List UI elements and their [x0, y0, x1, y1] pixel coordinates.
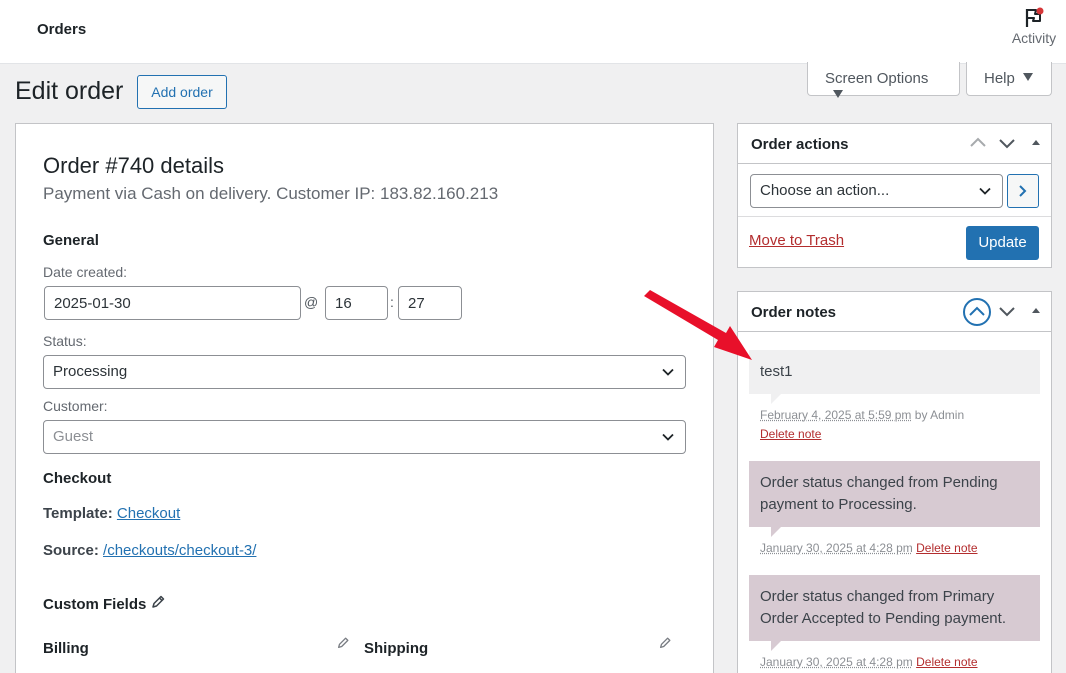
order-notes-header: Order notes: [738, 292, 1051, 332]
caret-down-icon: [1022, 73, 1033, 81]
note-item: test1: [749, 350, 1040, 394]
order-details-panel: Order #740 details Payment via Cash on d…: [15, 123, 714, 673]
status-select[interactable]: Processing: [43, 355, 686, 389]
top-bar-title: Orders: [37, 21, 87, 38]
apply-action-button[interactable]: [1007, 174, 1039, 208]
order-action-select[interactable]: Choose an action...: [750, 174, 1003, 208]
page-title: Edit order: [15, 77, 124, 105]
order-action-value: Choose an action...: [760, 182, 890, 199]
note-date: January 30, 2025 at 4:28 pm: [760, 541, 913, 555]
customer-label: Customer:: [43, 398, 108, 414]
note-tail: [771, 641, 781, 651]
order-heading: Order #740 details: [43, 153, 224, 178]
order-notes-box: Order notes test1 February 4, 2025 at 5:…: [737, 291, 1052, 673]
source-link[interactable]: /checkouts/checkout-3/: [103, 542, 256, 559]
at-separator: @: [304, 294, 319, 310]
note-text: Order status changed from Primary Order …: [760, 588, 1006, 627]
order-notes-title: Order notes: [751, 304, 837, 321]
delete-note-link[interactable]: Delete note: [760, 427, 821, 441]
actions-divider: [738, 216, 1051, 217]
chevron-down-icon: [979, 187, 991, 195]
help-button[interactable]: Help: [966, 62, 1052, 96]
billing-heading: Billing: [43, 640, 89, 657]
screen-options-button[interactable]: Screen Options: [807, 62, 960, 98]
note-date: February 4, 2025 at 5:59 pm: [760, 408, 912, 422]
minute-input[interactable]: 27: [398, 286, 462, 320]
note-meta: January 30, 2025 at 4:28 pm Delete note: [760, 541, 978, 555]
caret-down-icon: [833, 90, 843, 98]
pencil-icon[interactable]: [150, 594, 166, 610]
source-label: Source:: [43, 542, 99, 559]
custom-fields-heading: Custom Fields: [43, 596, 147, 613]
template-link[interactable]: Checkout: [117, 505, 180, 522]
delete-note-link[interactable]: Delete note: [916, 541, 977, 555]
note-text: test1: [760, 363, 793, 380]
status-value: Processing: [53, 363, 128, 380]
status-label: Status:: [43, 333, 87, 349]
order-actions-title: Order actions: [751, 136, 849, 153]
date-input[interactable]: 2025-01-30: [44, 286, 301, 320]
move-down-icon[interactable]: [996, 132, 1018, 154]
note-text: Order status changed from Pending paymen…: [760, 474, 998, 513]
template-label: Template:: [43, 505, 113, 522]
hour-input[interactable]: 16: [325, 286, 388, 320]
delete-note-link[interactable]: Delete note: [916, 655, 977, 669]
edit-billing-pencil-icon[interactable]: [336, 636, 350, 650]
activity-label: Activity: [1011, 30, 1057, 46]
move-to-trash-link[interactable]: Move to Trash: [749, 232, 844, 249]
general-heading: General: [43, 232, 99, 249]
note-author: by Admin: [914, 408, 965, 422]
template-row: Template: Checkout: [43, 505, 180, 522]
flag-icon: [1023, 6, 1045, 30]
move-up-icon[interactable]: [962, 297, 992, 327]
chevron-down-icon: [662, 368, 674, 376]
source-row: Source: /checkouts/checkout-3/: [43, 542, 256, 559]
shipping-heading: Shipping: [364, 640, 429, 657]
activity-button[interactable]: Activity: [1008, 6, 1060, 46]
add-order-button[interactable]: Add order: [137, 75, 227, 109]
update-button[interactable]: Update: [966, 226, 1039, 260]
note-item: Order status changed from Pending paymen…: [749, 461, 1040, 527]
collapse-toggle-icon[interactable]: [1025, 300, 1047, 322]
note-meta: February 4, 2025 at 5:59 pm by Admin: [760, 408, 964, 422]
note-tail: [771, 394, 781, 404]
collapse-toggle-icon[interactable]: [1025, 132, 1047, 154]
order-actions-header: Order actions: [738, 124, 1051, 164]
order-subheading: Payment via Cash on delivery. Customer I…: [43, 184, 499, 203]
edit-shipping-pencil-icon[interactable]: [658, 636, 672, 650]
screen-options-label: Screen Options: [825, 70, 929, 87]
move-up-icon[interactable]: [967, 132, 989, 154]
note-item: Order status changed from Primary Order …: [749, 575, 1040, 641]
checkout-heading: Checkout: [43, 470, 112, 487]
chevron-right-icon: [1019, 185, 1027, 197]
customer-select[interactable]: Guest: [43, 420, 686, 454]
order-actions-box: Order actions Choose an action... Move t…: [737, 123, 1052, 268]
annotation-arrow-icon: [644, 290, 752, 360]
customer-value: Guest: [53, 428, 94, 445]
note-tail: [771, 527, 781, 537]
note-meta: January 30, 2025 at 4:28 pm Delete note: [760, 655, 978, 669]
note-date: January 30, 2025 at 4:28 pm: [760, 655, 913, 669]
top-bar: Orders Activity: [0, 0, 1066, 64]
colon-separator: :: [390, 294, 394, 310]
chevron-down-icon: [662, 433, 674, 441]
date-created-label: Date created:: [43, 264, 128, 280]
move-down-icon[interactable]: [996, 300, 1018, 322]
help-label: Help: [984, 70, 1015, 87]
